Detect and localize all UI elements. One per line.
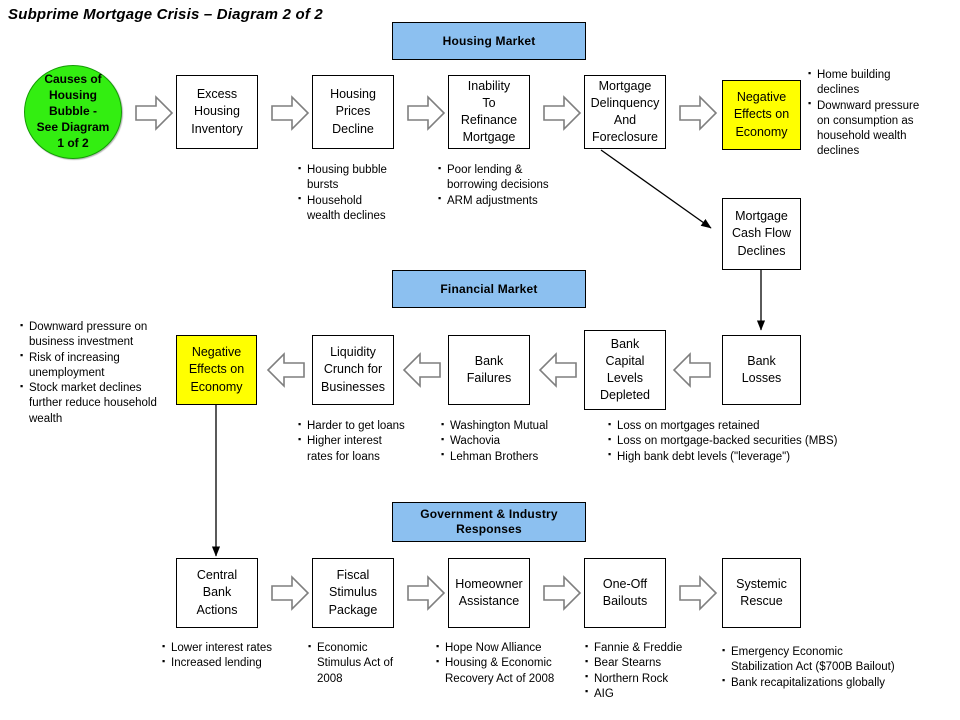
node-fiscal-stimulus-package[interactable]: Fiscal Stimulus Package — [312, 558, 394, 628]
list-item: AIG — [585, 686, 710, 702]
list-item: Economic Stimulus Act of 2008 — [308, 641, 418, 687]
list-item: Housing & Economic Recovery Act of 2008 — [436, 656, 581, 687]
list-item: Increased lending — [162, 656, 292, 671]
notes-homeowner-assistance: Hope Now Alliance Housing & Economic Rec… — [436, 640, 581, 687]
node-homeowner-assistance[interactable]: Homeowner Assistance — [448, 558, 530, 628]
block-arrow-right-7 — [406, 575, 446, 611]
list-item: Hope Now Alliance — [436, 640, 581, 656]
notes-one-off-bailouts: Fannie & Freddie Bear Stearns Northern R… — [585, 640, 710, 702]
notes-systemic-rescue: Emergency Economic Stabilization Act ($7… — [722, 645, 947, 691]
list-item: Bear Stearns — [585, 656, 710, 671]
node-systemic-rescue[interactable]: Systemic Rescue — [722, 558, 801, 628]
block-arrow-right-6 — [270, 575, 310, 611]
node-one-off-bailouts[interactable]: One-Off Bailouts — [584, 558, 666, 628]
notes-central-bank-actions: Lower interest rates Increased lending — [162, 640, 292, 672]
diagram-canvas: Subprime Mortgage Crisis – Diagram 2 of … — [0, 0, 960, 720]
list-item: Bank recapitalizations globally — [722, 675, 947, 691]
block-arrow-right-9 — [678, 575, 718, 611]
node-central-bank-actions[interactable]: Central Bank Actions — [176, 558, 258, 628]
block-arrow-right-8 — [542, 575, 582, 611]
list-item: Lower interest rates — [162, 640, 292, 656]
list-item: Fannie & Freddie — [585, 640, 710, 656]
notes-fiscal-stimulus: Economic Stimulus Act of 2008 — [308, 641, 418, 687]
list-item: Northern Rock — [585, 671, 710, 687]
list-item: Emergency Economic Stabilization Act ($7… — [722, 645, 947, 676]
